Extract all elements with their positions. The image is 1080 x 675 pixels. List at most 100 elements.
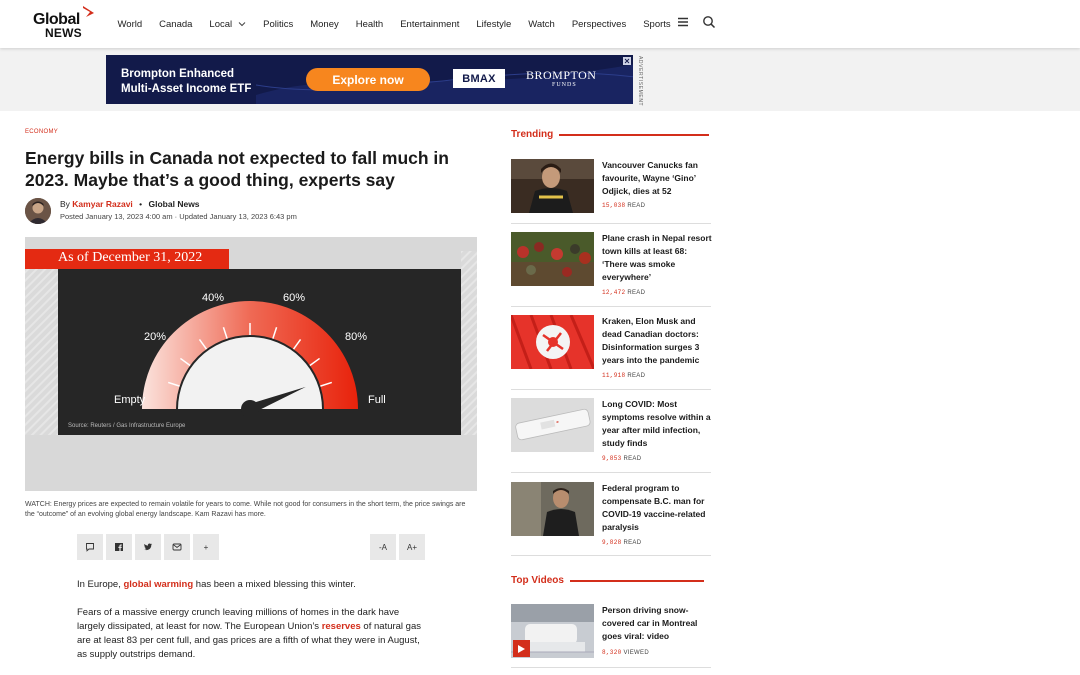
- ad-label: ADVERTISEMENT: [635, 56, 643, 106]
- global-warming-link[interactable]: global warming: [123, 579, 193, 590]
- read-count-number: 9,828: [602, 539, 622, 546]
- trending-thumbnail: [511, 232, 594, 286]
- article-paragraph-1: In Europe, global warming has been a mix…: [77, 578, 427, 592]
- video-banner-text: As of December 31, 2022: [58, 250, 203, 265]
- video-frame: [25, 237, 477, 491]
- byline-by: By: [60, 199, 70, 209]
- gauge-label-empty: Empty: [114, 394, 146, 406]
- read-count-number: 15,038: [602, 202, 626, 209]
- byline: By Kamyar Razavi • Global News: [60, 199, 200, 209]
- nav-entertainment[interactable]: Entertainment: [400, 19, 459, 30]
- trending-headline: Long COVID: Most symptoms resolve within…: [602, 399, 711, 448]
- nav-politics[interactable]: Politics: [263, 19, 293, 30]
- trending-thumbnail: [511, 159, 594, 213]
- ad-ticker-badge: BMAX: [453, 69, 505, 88]
- hamburger-menu-icon[interactable]: [676, 15, 690, 29]
- nav-local[interactable]: Local: [209, 19, 246, 30]
- nav-money[interactable]: Money: [310, 19, 339, 30]
- read-count-unit: READ: [627, 373, 646, 379]
- facebook-icon: [115, 543, 123, 551]
- read-count-number: 12,472: [602, 289, 626, 296]
- ad-close-icon[interactable]: [623, 57, 631, 65]
- gauge-label-60: 60%: [283, 292, 306, 304]
- avatar-image: [25, 198, 51, 224]
- view-count-number: 8,320: [602, 649, 622, 656]
- item-divider: [511, 667, 711, 668]
- article-dates: Posted January 13, 2023 4:00 am · Update…: [60, 212, 297, 221]
- header-icons: [676, 15, 716, 29]
- nav-local-label: Local: [209, 18, 233, 30]
- more-share-button[interactable]: +: [193, 534, 219, 560]
- logo-text-bottom: NEWS: [45, 26, 82, 40]
- main-nav: World Canada Local Politics Money Health…: [109, 0, 679, 48]
- video-headline: Person driving snow-covered car in Montr…: [602, 605, 698, 641]
- top-videos-heading-text: Top Videos: [511, 575, 564, 586]
- ad-explore-button[interactable]: Explore now: [306, 68, 430, 91]
- font-larger-button[interactable]: A+: [399, 534, 425, 560]
- chevron-down-icon: [238, 22, 246, 27]
- video-caption: WATCH: Energy prices are expected to rem…: [25, 501, 466, 518]
- read-count-unit: READ: [623, 540, 642, 546]
- author-link[interactable]: Kamyar Razavi: [72, 199, 132, 209]
- author-avatar[interactable]: [25, 198, 51, 224]
- trending-read-count: 12,472 READ: [602, 289, 645, 296]
- read-count-number: 9,853: [602, 455, 622, 462]
- item-divider: [511, 472, 711, 473]
- share-bar: +: [77, 534, 219, 560]
- ad-headline-line2: Multi-Asset Income ETF: [121, 83, 252, 95]
- email-icon: [172, 543, 182, 551]
- nav-lifestyle[interactable]: Lifestyle: [476, 19, 511, 30]
- video-view-count: 8,320 VIEWED: [602, 649, 649, 656]
- twitter-share-button[interactable]: [135, 534, 161, 560]
- nav-sports[interactable]: Sports: [643, 19, 670, 30]
- gauge-label-20: 20%: [144, 331, 167, 343]
- article-paragraph-2: Fears of a massive energy crunch leaving…: [77, 606, 427, 662]
- nav-health[interactable]: Health: [356, 19, 383, 30]
- trending-read-count: 11,918 READ: [602, 372, 645, 379]
- gauge-label-full: Full: [368, 394, 386, 406]
- search-icon[interactable]: [702, 15, 716, 29]
- font-smaller-button[interactable]: -A: [370, 534, 396, 560]
- video-source-text: Source: Reuters / Gas Infrastructure Eur…: [68, 423, 186, 429]
- video-player[interactable]: As of December 31, 2022 20% 40% 60% 80% …: [25, 237, 477, 491]
- nav-world[interactable]: World: [118, 19, 143, 30]
- play-icon: [518, 644, 525, 653]
- heading-rule: [559, 133, 710, 136]
- facebook-share-button[interactable]: [106, 534, 132, 560]
- article-title: Energy bills in Canada not expected to f…: [25, 148, 449, 190]
- trending-heading-text: Trending: [511, 129, 554, 140]
- play-button[interactable]: [513, 640, 530, 657]
- byline-source: Global News: [148, 199, 200, 209]
- read-count-unit: READ: [623, 456, 642, 462]
- ad-label-text: ADVERTISEMENT: [637, 56, 643, 107]
- nav-perspectives[interactable]: Perspectives: [572, 19, 626, 30]
- item-divider: [511, 223, 711, 224]
- nav-watch[interactable]: Watch: [528, 19, 555, 30]
- view-count-unit: VIEWED: [623, 650, 649, 656]
- article-category[interactable]: ECONOMY: [25, 129, 58, 135]
- comment-icon: [86, 543, 94, 552]
- ad-headline-line1: Brompton Enhanced: [121, 68, 235, 80]
- comment-button[interactable]: [77, 534, 103, 560]
- ad-brand: BROMPTON: [526, 68, 597, 82]
- gauge-label-80: 80%: [345, 331, 368, 343]
- nav-canada[interactable]: Canada: [159, 19, 192, 30]
- gauge-hub: [241, 400, 259, 418]
- gauge-label-40: 40%: [202, 292, 225, 304]
- trending-read-count: 15,038 READ: [602, 202, 645, 209]
- read-count-unit: READ: [627, 203, 646, 209]
- item-divider: [511, 306, 711, 307]
- p1-text-a: In Europe,: [77, 579, 124, 590]
- font-size-controls: -A A+: [370, 534, 425, 560]
- reserves-link[interactable]: reserves: [322, 621, 361, 632]
- trending-read-count: 9,853 READ: [602, 455, 641, 462]
- logo-flag-icon: [83, 6, 94, 17]
- email-share-button[interactable]: [164, 534, 190, 560]
- item-divider: [511, 555, 711, 556]
- site-header: Global NEWS World Canada Local Politics …: [0, 0, 1080, 48]
- read-count-number: 11,918: [602, 372, 626, 379]
- byline-separator: •: [139, 199, 143, 209]
- global-news-logo[interactable]: Global NEWS: [33, 6, 95, 40]
- top-videos-heading: Top Videos: [511, 575, 704, 586]
- advertisement-banner[interactable]: Brompton Enhanced Multi-Asset Income ETF…: [106, 55, 633, 104]
